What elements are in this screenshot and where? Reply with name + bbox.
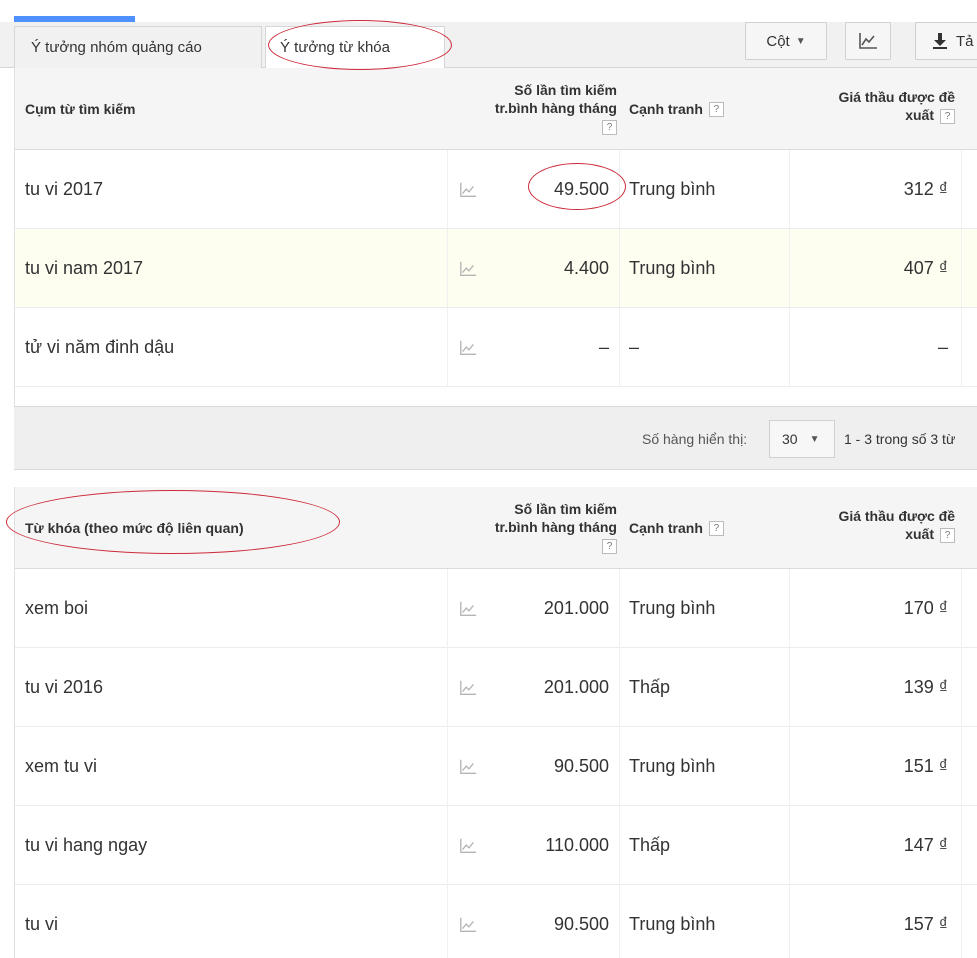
avg-searches-cell: – (598, 337, 609, 357)
download-icon (933, 33, 947, 49)
table-row[interactable]: xem tu vi 90.500 Trung bình 151 ₫ (15, 727, 977, 806)
competition-cell: Trung bình (629, 756, 716, 776)
rows-per-page-select[interactable]: 30 ▼ (769, 420, 835, 458)
suggested-bid-cell: 157 ₫ (903, 914, 948, 934)
competition-cell: Trung bình (629, 598, 716, 618)
header-competition[interactable]: Cạnh tranh ? (629, 68, 799, 150)
suggested-bid-cell: 151 ₫ (903, 756, 948, 776)
keyword-cell[interactable]: tu vi 2016 (25, 648, 445, 727)
avg-searches-cell: 90.500 (553, 756, 609, 776)
competition-cell: Thấp (629, 677, 671, 697)
suggested-bid-cell: 147 ₫ (903, 835, 948, 855)
table-row[interactable]: tu vi 90.500 Trung bình 157 ₫ (15, 885, 977, 958)
help-icon[interactable]: ? (602, 120, 617, 135)
table-body: tu vi 2017 49.500 Trung bình 312 ₫ tu vi nam… (15, 150, 977, 387)
search-terms-table: Cụm từ tìm kiếm Số lần tìm kiếm tr.bình … (14, 68, 977, 409)
suggested-bid-cell: 312 ₫ (903, 179, 948, 199)
annotation-circle (268, 20, 452, 70)
keyword-cell[interactable]: tu vi nam 2017 (25, 229, 445, 308)
header-suggested-bid[interactable]: Giá thầu được đề xuất? (795, 487, 955, 569)
table-row[interactable]: xem boi 201.000 Trung bình 170 ₫ (15, 569, 977, 648)
table-row[interactable]: tu vi nam 2017 4.400 Trung bình 407 ₫ (15, 229, 977, 308)
header-suggested-bid[interactable]: Giá thầu được đề xuất? (795, 68, 955, 150)
pagination-bar: Số hàng hiển thị: 30 ▼ 1 - 3 trong số 3 … (14, 406, 977, 470)
table-row[interactable]: tu vi 2017 49.500 Trung bình 312 ₫ (15, 150, 977, 229)
avg-searches-cell: 110.000 (545, 835, 609, 855)
header-avg-searches[interactable]: Số lần tìm kiếm tr.bình hàng tháng ? (447, 68, 617, 150)
help-icon[interactable]: ? (940, 527, 955, 543)
keyword-cell[interactable]: tu vi hang ngay (25, 806, 445, 885)
keyword-cell[interactable]: xem boi (25, 569, 445, 648)
help-icon[interactable]: ? (602, 539, 617, 554)
keyword-cell[interactable]: tử vi năm đinh dậu (25, 308, 445, 387)
pagination-range: 1 - 3 trong số 3 từ (844, 431, 956, 447)
header-search-term[interactable]: Cụm từ tìm kiếm (25, 68, 445, 150)
tab-ad-group-ideas[interactable]: Ý tưởng nhóm quảng cáo (14, 26, 262, 68)
avg-searches-cell: 4.400 (563, 258, 609, 278)
help-icon[interactable]: ? (708, 101, 724, 117)
download-label: Tả (956, 32, 974, 50)
keyword-cell[interactable]: tu vi (25, 885, 445, 958)
download-button[interactable]: Tả (915, 22, 977, 60)
competition-cell: Trung bình (629, 179, 716, 199)
help-icon[interactable]: ? (708, 520, 724, 536)
chevron-down-icon: ▼ (795, 35, 806, 47)
table-body: xem boi 201.000 Trung bình 170 ₫ tu vi 2016 2… (15, 569, 977, 958)
suggested-bid-cell: – (937, 337, 948, 357)
keyword-cell[interactable]: xem tu vi (25, 727, 445, 806)
annotation-circle (528, 163, 626, 210)
columns-label: Cột (766, 32, 790, 50)
table-row[interactable]: tu vi 2016 201.000 Thấp 139 ₫ (15, 648, 977, 727)
avg-searches-cell: 201.000 (543, 677, 609, 697)
competition-cell: Trung bình (629, 258, 716, 278)
annotation-circle (6, 490, 340, 554)
rows-per-page-label: Số hàng hiển thị: (642, 431, 748, 447)
competition-cell: Trung bình (629, 914, 716, 934)
suggested-bid-cell: 170 ₫ (903, 598, 948, 618)
chevron-down-icon: ▼ (809, 433, 820, 445)
line-chart-icon (859, 33, 877, 49)
suggested-bid-cell: 139 ₫ (903, 677, 948, 697)
suggested-bid-cell: 407 ₫ (903, 258, 948, 278)
avg-searches-cell: 201.000 (543, 598, 609, 618)
columns-button[interactable]: Cột ▼ (745, 22, 827, 60)
table-row[interactable]: tử vi năm đinh dậu – – – (15, 308, 977, 387)
table-header: Cụm từ tìm kiếm Số lần tìm kiếm tr.bình … (15, 68, 977, 150)
table-row[interactable]: tu vi hang ngay 110.000 Thấp 147 ₫ (15, 806, 977, 885)
competition-cell: – (629, 337, 640, 357)
keyword-ideas-table: Từ khóa (theo mức độ liên quan) Số lần t… (14, 487, 977, 958)
keyword-cell[interactable]: tu vi 2017 (25, 150, 445, 229)
header-competition[interactable]: Cạnh tranh ? (629, 487, 799, 569)
help-icon[interactable]: ? (940, 108, 955, 124)
competition-cell: Thấp (629, 835, 671, 855)
avg-searches-cell: 90.500 (553, 914, 609, 934)
chart-button[interactable] (845, 22, 891, 60)
header-avg-searches[interactable]: Số lần tìm kiếm tr.bình hàng tháng ? (447, 487, 617, 569)
